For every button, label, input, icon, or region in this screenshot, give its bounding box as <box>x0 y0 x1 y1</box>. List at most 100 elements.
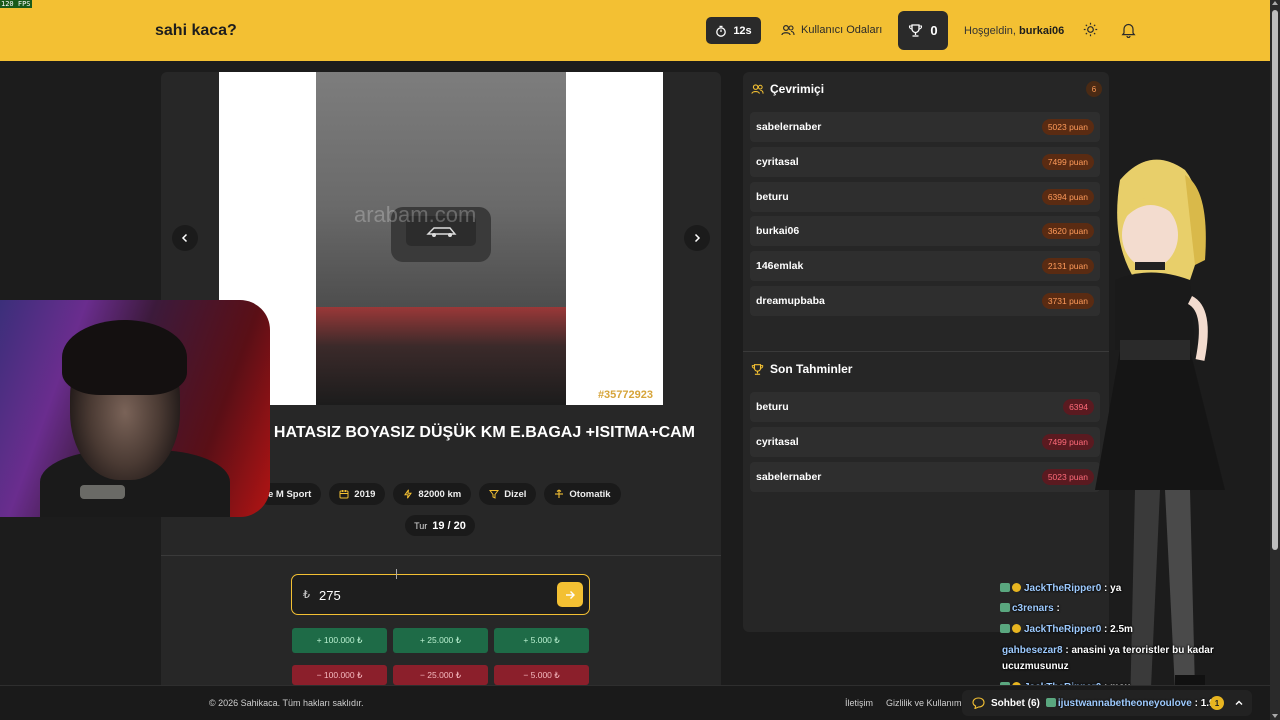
chevron-left-icon <box>181 233 188 243</box>
score-value: 0 <box>930 23 938 38</box>
chat-bubble-icon <box>972 697 985 709</box>
bell-icon <box>1121 23 1136 39</box>
online-user-row[interactable]: sabelernaber 5023 puan <box>750 112 1100 142</box>
scroll-down-arrow[interactable] <box>1272 714 1278 718</box>
online-user-name: 146emlak <box>756 260 804 272</box>
subtract-5000-button[interactable]: − 5.000 ₺ <box>494 665 589 685</box>
trophy-icon <box>909 24 923 37</box>
photo-lower-area <box>316 307 566 405</box>
online-count-badge: 6 <box>1086 81 1102 97</box>
chat-badge <box>1000 603 1010 612</box>
notifications-button[interactable] <box>1121 22 1136 43</box>
price-guess-box: ₺ <box>291 574 590 615</box>
greeting-text: Hoşgeldin, <box>964 25 1016 37</box>
recent-guess-name: beturu <box>756 401 789 413</box>
user-rooms-label: Kullanıcı Odaları <box>801 24 883 36</box>
recent-guess-name: sabelernaber <box>756 471 822 483</box>
recent-guess-row: beturu 6394 <box>750 392 1100 422</box>
page-scrollbar[interactable] <box>1270 0 1280 720</box>
scrollbar-thumb[interactable] <box>1272 10 1278 550</box>
round-indicator: Tur 19 / 20 <box>405 515 475 536</box>
recent-guess-row: sabelernaber 5023 puan <box>750 462 1100 492</box>
online-user-name: sabelernaber <box>756 121 822 133</box>
privacy-link[interactable]: Gizlilik ve Kullanım <box>886 698 962 708</box>
recent-guesses-title: Son Tahminler <box>770 362 853 376</box>
chat-message: : anasini ya teroristler bu kadar <box>1065 645 1214 656</box>
calendar-icon <box>339 490 349 499</box>
online-user-row[interactable]: cyritasal 7499 puan <box>750 147 1100 177</box>
chat-message: : ya <box>1104 583 1122 594</box>
recent-guess-row: cyritasal 7499 puan <box>750 427 1100 457</box>
arrow-right-icon <box>566 590 575 599</box>
streamer-hair <box>62 320 187 395</box>
online-header: Çevrimiçi <box>751 82 824 96</box>
subtract-25000-button[interactable]: − 25.000 ₺ <box>393 665 488 685</box>
chat-badge <box>1000 624 1010 633</box>
subtract-100000-button[interactable]: − 100.000 ₺ <box>292 665 387 685</box>
chat-badge <box>1012 624 1021 633</box>
stopwatch-icon <box>716 25 727 37</box>
current-username[interactable]: burkai06 <box>1019 25 1064 37</box>
scroll-up-arrow[interactable] <box>1272 1 1278 5</box>
tag-fuel-label: Dizel <box>504 488 527 500</box>
online-user-row[interactable]: dreamupbaba 3731 puan <box>750 286 1100 316</box>
round-label: Tur <box>414 520 428 531</box>
timer-value: 12s <box>733 24 752 37</box>
user-rooms-link[interactable]: Kullanıcı Odaları <box>781 24 882 36</box>
photo-content <box>316 72 566 405</box>
online-user-points: 7499 puan <box>1041 154 1094 170</box>
theme-toggle[interactable] <box>1083 22 1098 42</box>
recent-guess-points: 6394 <box>1063 399 1094 415</box>
fps-counter: 120 FPS <box>0 0 32 8</box>
add-100000-button[interactable]: + 100.000 ₺ <box>292 628 387 653</box>
online-user-points: 3620 puan <box>1041 223 1094 239</box>
online-user-points: 2131 puan <box>1041 258 1094 274</box>
copyright-text: © 2026 Sahikaca. Tüm hakları saklıdır. <box>209 698 364 708</box>
chat-badge <box>1012 583 1021 592</box>
recent-guesses-header: Son Tahminler <box>751 362 852 376</box>
prev-photo-button[interactable] <box>172 225 198 251</box>
online-user-points: 3731 puan <box>1041 293 1094 309</box>
online-user-row[interactable]: 146emlak 2131 puan <box>750 251 1100 281</box>
brand-logo[interactable]: sahi kaca? <box>155 22 237 40</box>
chat-last-line: ijustwannabetheoneyoulove : 1.9 <box>1045 697 1215 709</box>
add-25000-button[interactable]: + 25.000 ₺ <box>393 628 488 653</box>
chevron-up-icon[interactable] <box>1234 698 1244 708</box>
listing-photo[interactable]: arabam.com #35772923 <box>219 72 663 405</box>
chat-username: gahbesezar8 <box>1002 645 1063 656</box>
tag-year-label: 2019 <box>354 488 376 500</box>
online-user-row[interactable]: beturu 6394 puan <box>750 182 1100 212</box>
next-photo-button[interactable] <box>684 225 710 251</box>
unread-badge: 1 <box>1210 696 1224 710</box>
online-user-row[interactable]: burkai06 3620 puan <box>750 216 1100 246</box>
chat-username: JackTheRipper0 <box>1024 624 1102 635</box>
chevron-right-icon <box>694 233 701 243</box>
users-icon <box>751 84 764 94</box>
listing-tags: e M Sport 2019 82000 km Dizel Otomatik <box>258 483 621 505</box>
webcam-overlay <box>0 300 270 517</box>
chat-toggle-bar[interactable]: Sohbet (6) ijustwannabetheoneyoulove : 1… <box>962 690 1252 716</box>
contact-link[interactable]: İletişim <box>845 698 873 708</box>
leaderboard-button[interactable]: 0 <box>898 11 948 50</box>
online-title: Çevrimiçi <box>770 82 825 96</box>
microphone <box>80 485 125 499</box>
users-icon <box>781 24 795 36</box>
photo-id: #35772923 <box>597 389 653 401</box>
chat-line: JackTheRipper0 : 2.5m <box>1000 624 1133 635</box>
tag-mileage-label: 82000 km <box>418 488 462 500</box>
chat-message: : <box>1056 603 1060 614</box>
submit-guess-button[interactable] <box>557 582 583 607</box>
chat-line: ucuzmusunuz <box>1002 661 1069 672</box>
speed-icon <box>404 489 413 499</box>
chat-line: JackTheRipper0 : ya <box>1000 583 1121 594</box>
recent-guess-points: 5023 puan <box>1041 469 1094 485</box>
price-guess-input[interactable] <box>319 583 549 607</box>
text-cursor <box>396 569 400 579</box>
round-timer: 12s <box>706 17 761 44</box>
add-5000-button[interactable]: + 5.000 ₺ <box>494 628 589 653</box>
tag-transmission: Otomatik <box>544 483 621 505</box>
chat-username: ijustwannabetheoneyoulove <box>1057 697 1192 709</box>
listing-title: L HATASIZ BOYASIZ DÜŞÜK KM E.BAGAJ +ISIT… <box>260 424 695 441</box>
photo-watermark: arabam.com <box>354 202 477 227</box>
card-divider <box>161 555 721 556</box>
